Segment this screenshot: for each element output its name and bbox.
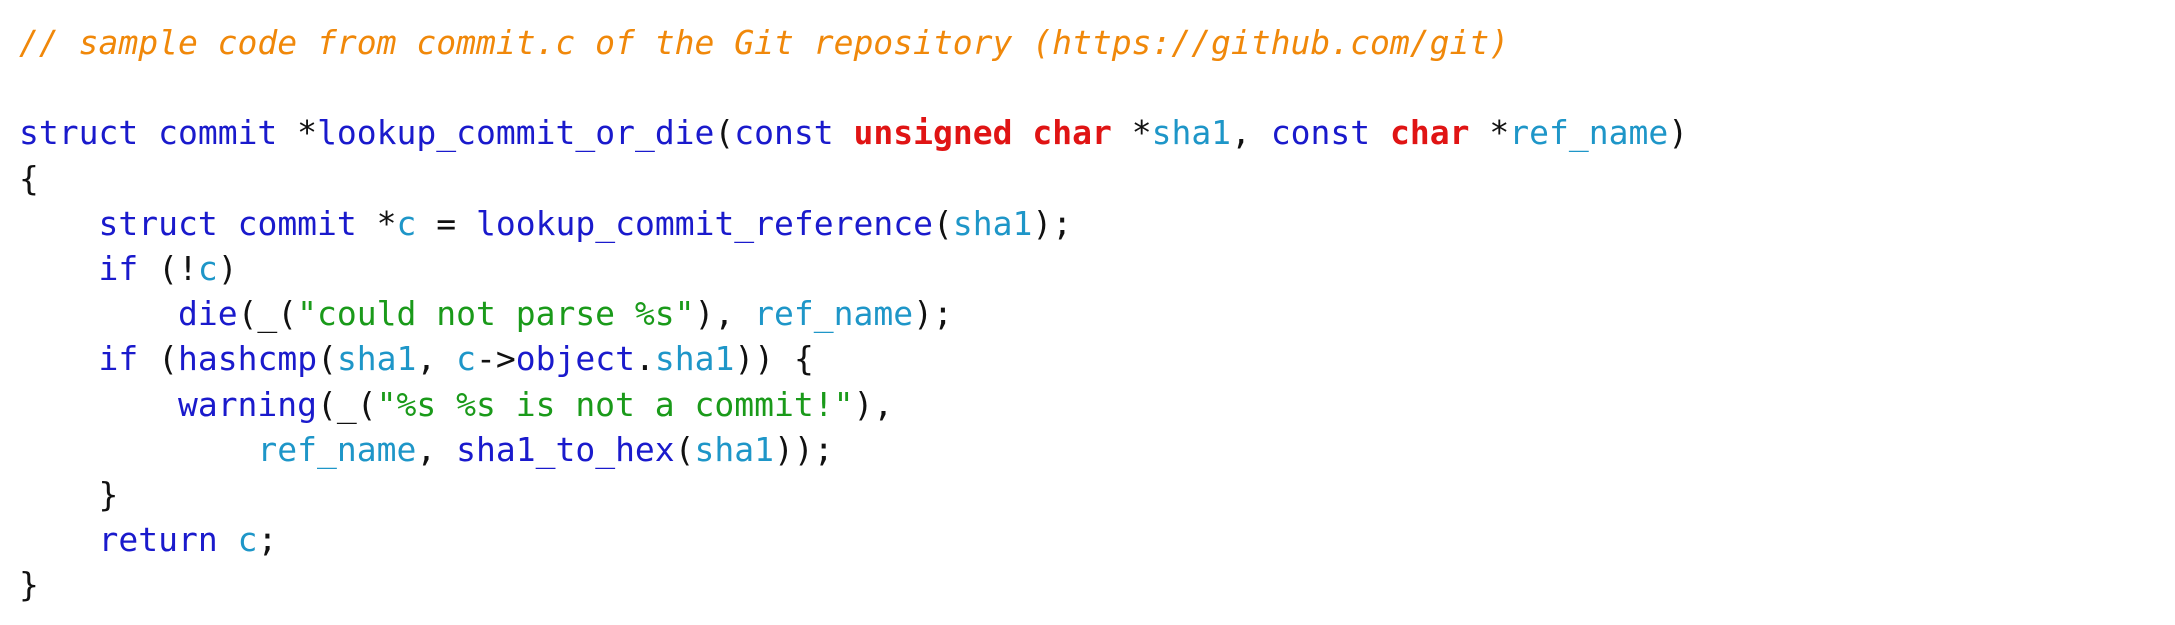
- token-keyword: object: [515, 339, 636, 379]
- token-keyword: return: [98, 520, 218, 560]
- code-line: ref_name, sha1_to_hex(sha1));: [19, 427, 2175, 472]
- token-identifier: c: [396, 203, 417, 243]
- code-line: if (hashcmp(sha1, c->object.sha1)) {: [19, 336, 2175, 381]
- token-keyword: commit: [237, 203, 357, 243]
- token-keyword: struct: [98, 203, 218, 243]
- token-identifier: sha1: [694, 429, 775, 469]
- token-plain: }: [19, 474, 119, 514]
- token-plain: ->: [476, 339, 516, 379]
- token-plain: *: [1111, 113, 1152, 153]
- token-plain: ,: [416, 339, 457, 379]
- token-identifier: sha1: [654, 339, 735, 379]
- token-type: char: [1032, 113, 1112, 153]
- token-keyword: if: [98, 248, 139, 288]
- token-plain: {: [19, 158, 39, 198]
- token-string: "%s %s is not a commit!": [376, 384, 854, 424]
- token-plain: (: [933, 203, 953, 243]
- token-plain: .: [635, 339, 655, 379]
- token-keyword: if: [98, 339, 139, 379]
- token-keyword: sha1_to_hex: [456, 429, 675, 469]
- token-keyword: lookup_commit_reference: [476, 203, 933, 243]
- token-identifier: sha1: [336, 339, 417, 379]
- token-keyword: hashcmp: [177, 339, 318, 379]
- token-plain: (: [714, 113, 735, 153]
- token-plain: );: [913, 294, 953, 334]
- token-keyword: const: [734, 113, 834, 153]
- token-identifier: ref_name: [754, 294, 914, 334]
- token-identifier: ref_name: [257, 429, 417, 469]
- token-identifier: sha1: [1151, 113, 1232, 153]
- token-identifier: sha1: [952, 203, 1033, 243]
- token-plain: (: [138, 339, 178, 379]
- token-identifier: c: [237, 520, 258, 560]
- code-line: return c;: [19, 517, 2175, 562]
- token-keyword: lookup_commit_or_die: [317, 113, 715, 153]
- comment-line: // sample code from commit.c of the Git …: [19, 20, 2175, 65]
- token-plain: ,: [1231, 113, 1271, 153]
- code-line: }: [19, 472, 2175, 517]
- token-plain: (: [674, 429, 695, 469]
- token-plain: *: [1469, 113, 1510, 153]
- code-line: {: [19, 156, 2175, 201]
- code-line: struct commit *lookup_commit_or_die(cons…: [19, 110, 2175, 155]
- code-listing: // sample code from commit.c of the Git …: [19, 20, 2175, 607]
- token-identifier: c: [456, 339, 477, 379]
- code-line: }: [19, 562, 2175, 607]
- token-plain: );: [1032, 203, 1073, 243]
- token-plain: (_(: [237, 294, 298, 334]
- token-comment: // sample code from commit.c of the Git …: [19, 23, 1510, 62]
- token-keyword: commit: [158, 113, 278, 153]
- token-keyword: const: [1270, 113, 1371, 153]
- token-plain: ): [217, 248, 238, 288]
- token-plain: ),: [853, 384, 894, 424]
- token-plain: ;: [257, 520, 278, 560]
- token-type: char: [1390, 113, 1470, 153]
- code-line: die(_("could not parse %s"), ref_name);: [19, 291, 2175, 336]
- token-plain: *: [356, 203, 397, 243]
- token-string: "could not parse %s": [297, 294, 695, 334]
- token-plain: (!: [138, 248, 198, 288]
- token-identifier: c: [197, 248, 218, 288]
- token-plain: (: [317, 339, 337, 379]
- code-line: if (!c): [19, 246, 2175, 291]
- token-plain: (_(: [317, 384, 377, 424]
- code-line: struct commit *c = lookup_commit_referen…: [19, 201, 2175, 246]
- token-type: unsigned: [853, 113, 1013, 153]
- code-line: warning(_("%s %s is not a commit!"),: [19, 382, 2175, 427]
- token-plain: }: [19, 565, 39, 605]
- token-keyword: warning: [177, 384, 318, 424]
- token-plain: ): [1668, 113, 1689, 153]
- token-plain: ,: [416, 429, 457, 469]
- token-plain: =: [416, 203, 477, 243]
- token-plain: ),: [694, 294, 755, 334]
- token-plain: )) {: [734, 339, 814, 379]
- token-keyword: die: [177, 294, 238, 334]
- token-plain: *: [277, 113, 318, 153]
- token-identifier: ref_name: [1509, 113, 1669, 153]
- token-plain: ));: [774, 429, 834, 469]
- token-keyword: struct: [19, 113, 139, 153]
